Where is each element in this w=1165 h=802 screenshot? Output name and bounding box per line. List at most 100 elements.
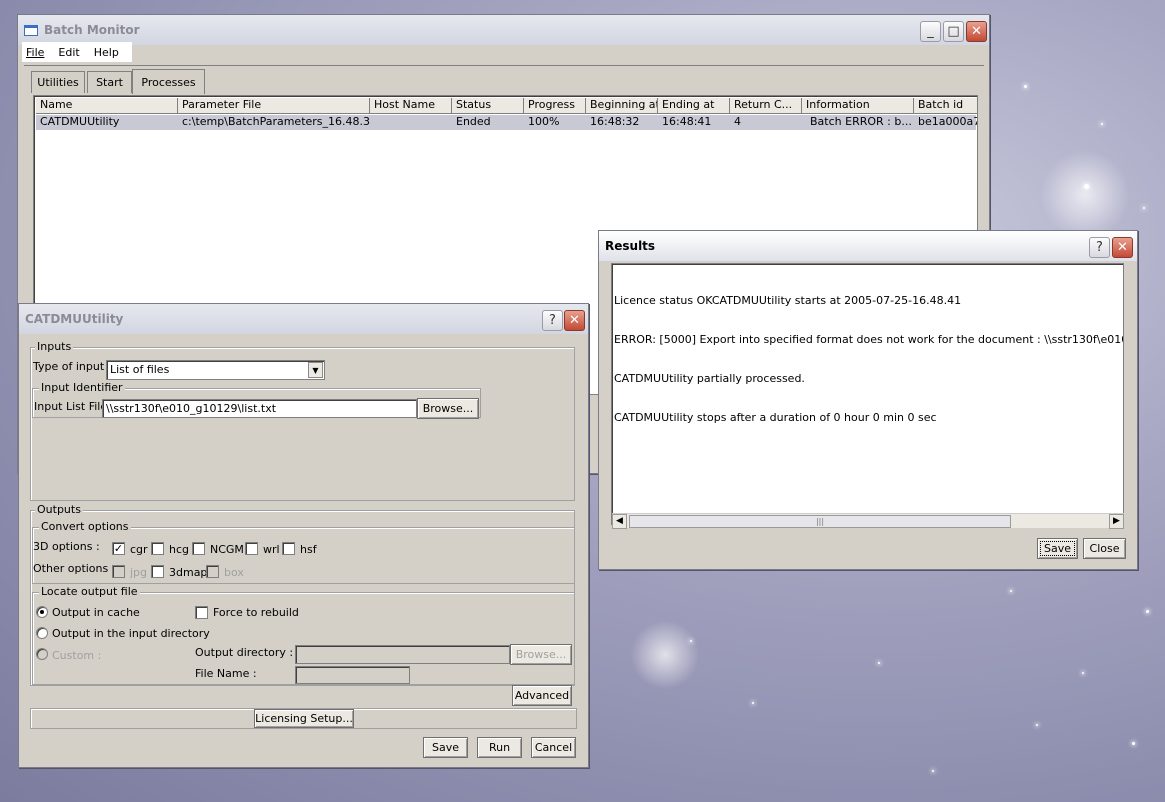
advanced-button[interactable]: Advanced [512,685,572,706]
option-ncgm-label: NCGM [210,543,244,556]
menu-edit[interactable]: Edit [58,46,79,59]
background-star [932,770,934,772]
tab-utilities[interactable]: Utilities [31,71,85,93]
radio-custom [36,648,48,660]
column-header[interactable]: Beginning at [586,98,658,114]
background-star [1084,184,1089,189]
help-icon[interactable]: ? [542,310,563,331]
option-box-label: box [224,566,244,579]
background-star [1036,724,1038,726]
licensing-setup-button[interactable]: Licensing Setup... [254,709,354,728]
output-directory-label: Output directory : [195,646,294,659]
output-in-input-dir-label: Output in the input directory [52,627,210,640]
file-name-label: File Name : [195,667,257,680]
column-header[interactable]: Progress [524,98,586,114]
help-icon[interactable]: ? [1089,237,1110,258]
scroll-right-icon[interactable]: ▶ [1109,514,1124,529]
close-icon[interactable]: ✕ [966,21,987,42]
force-rebuild-label: Force to rebuild [213,606,299,619]
output-browse-button: Browse... [510,644,572,665]
menu-help[interactable]: Help [94,46,119,59]
column-header[interactable]: Host Name [370,98,452,114]
checkbox-hcg[interactable] [151,542,164,555]
background-star [878,662,880,664]
output-in-cache-label: Output in cache [52,606,140,619]
minimize-icon[interactable]: _ [920,21,941,42]
3d-options-label: 3D options : [33,540,100,553]
log-line: Licence status OKCATDMUUtility starts at… [614,294,962,307]
option-jpg-label: jpg [130,566,148,579]
input-browse-button[interactable]: Browse... [417,398,479,419]
checkbox-force-rebuild[interactable] [195,606,208,619]
checkbox-hsf[interactable] [282,542,295,555]
scroll-left-icon[interactable]: ◀ [612,514,627,529]
catdmu-titlebar[interactable]: CATDMUUtility ? ✕ [19,304,588,334]
type-of-input-value: List of files [110,363,170,376]
background-star [1101,123,1103,125]
input-list-file-field[interactable]: \\sstr130f\e010_g10129\list.txt [102,399,417,418]
radio-output-in-input-dir[interactable] [36,627,48,639]
checkbox-3dmap[interactable] [151,565,164,578]
menu-file[interactable]: File [26,46,44,59]
background-glow [630,620,700,690]
dmu-save-button[interactable]: Save [423,737,468,758]
close-icon[interactable]: ✕ [1112,237,1133,258]
cell-beginning: 16:48:32 [590,115,640,128]
column-header[interactable]: Return C... [730,98,802,114]
background-star [1132,742,1135,745]
results-titlebar[interactable]: Results ? ✕ [599,231,1137,261]
other-options-label: Other options : [33,562,116,575]
log-line: ERROR: [5000] Export into specified form… [614,333,1123,346]
cell-progress: 100% [528,115,560,128]
scroll-thumb[interactable]: ||| [629,515,1011,528]
batch-menubar: File Edit Help [22,42,132,62]
option-wrl-label: wrl [263,543,280,556]
cell-batch-id: be1a000a7 [918,115,978,128]
log-line: CATDMUUtility partially processed. [614,372,805,385]
results-title: Results [605,239,656,253]
results-log[interactable]: Licence status OKCATDMUUtility starts at… [611,263,1124,525]
file-name-field [295,666,410,684]
background-star [1082,672,1084,674]
catdmu-window: CATDMUUtility ? ✕ Inputs Type of input :… [18,303,589,768]
tab-start[interactable]: Start [87,71,132,93]
column-header[interactable]: Batch id [914,98,977,114]
cell-parameter-file: c:\temp\BatchParameters_16.48.3... [182,115,370,128]
type-of-input-select[interactable]: List of files ▼ [106,360,325,380]
dmu-run-button[interactable]: Run [477,737,522,758]
option-3dmap-label: 3dmap [169,566,208,579]
column-header[interactable]: Information [802,98,914,114]
background-glow [1040,150,1130,240]
custom-label: Custom : [52,649,102,662]
option-hsf-label: hsf [300,543,317,556]
cell-return-code: 4 [734,115,741,128]
maximize-icon[interactable]: □ [943,21,964,42]
column-header[interactable]: Parameter File [178,98,370,114]
checkbox-cgr[interactable]: ✓ [112,542,125,555]
results-save-button[interactable]: Save [1037,538,1078,559]
type-of-input-label: Type of input : [33,360,112,373]
column-header[interactable]: Status [452,98,524,114]
locate-output-label: Locate output file [39,585,140,598]
close-icon[interactable]: ✕ [564,310,585,331]
input-identifier-label: Input Identifier [39,381,125,394]
app-window-icon [24,24,38,36]
checkbox-ncgm[interactable] [192,542,205,555]
background-star [1143,207,1145,209]
background-star [1146,610,1149,613]
column-header[interactable]: Name [36,98,178,114]
convert-options-label: Convert options [39,520,131,533]
horizontal-scrollbar[interactable]: ◀ ||| ▶ [612,513,1124,529]
column-header[interactable]: Ending at [658,98,730,114]
option-hcg-label: hcg [169,543,190,556]
input-list-file-label: Input List File [34,400,108,413]
checkbox-wrl[interactable] [245,542,258,555]
tab-processes[interactable]: Processes [132,69,205,94]
results-close-button[interactable]: Close [1083,538,1126,559]
cell-name: CATDMUUtility [40,115,120,128]
chevron-down-icon[interactable]: ▼ [308,362,323,378]
batch-monitor-titlebar[interactable]: Batch Monitor _ □ ✕ [18,15,989,45]
dmu-cancel-button[interactable]: Cancel [531,737,576,758]
background-star [1024,85,1027,88]
radio-output-in-cache[interactable] [36,606,48,618]
